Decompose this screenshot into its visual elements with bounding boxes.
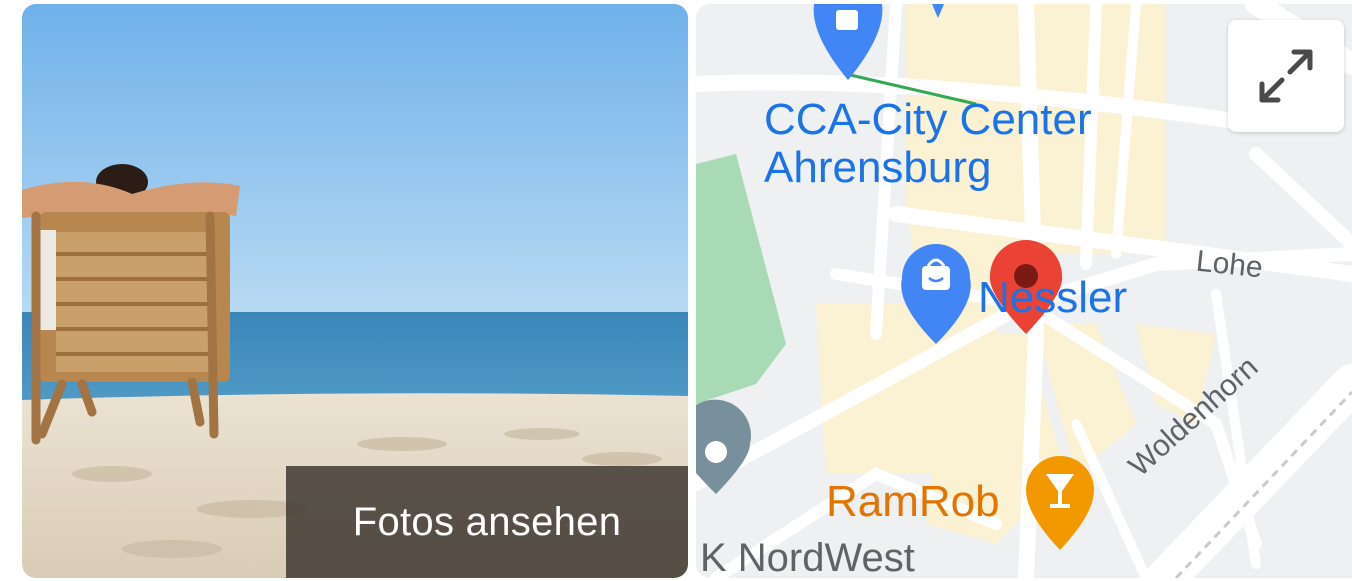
location-pin-icon[interactable] [696,399,751,494]
poi-label-ramrob[interactable]: RamRob [826,478,1000,526]
view-photos-label: Fotos ansehen [352,499,622,544]
photo-card[interactable]: Fotos ansehen [22,4,688,578]
street-label-lohe: Lohe [1194,244,1265,285]
expand-map-button[interactable] [1228,20,1344,132]
map-card[interactable]: CCA-City Center Ahrensburg Nessler RamRo… [696,4,1352,578]
shopping-bag-pin-icon[interactable] [813,4,883,80]
poi-label-cca[interactable]: CCA-City Center Ahrensburg [764,96,1092,192]
poi-label-nordwest[interactable]: K NordWest [700,536,915,578]
expand-arrows-icon [1259,49,1313,103]
poi-label-nessler[interactable]: Nessler [978,274,1127,322]
cocktail-pin-icon[interactable] [1026,456,1094,550]
view-photos-button[interactable]: Fotos ansehen [286,466,688,578]
